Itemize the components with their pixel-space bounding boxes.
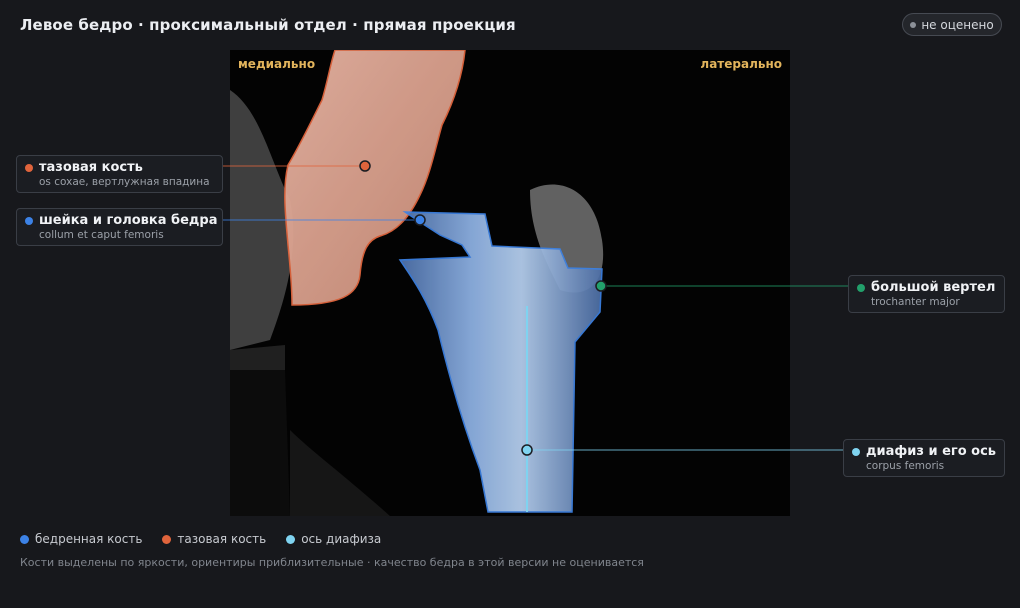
legend-label: бедренная кость bbox=[35, 532, 143, 546]
legend-item-femur: бедренная кость bbox=[20, 532, 142, 546]
femur-dot-icon bbox=[25, 217, 33, 225]
status-dot-icon bbox=[910, 21, 917, 28]
orientation-medial-label: медиально bbox=[238, 57, 316, 71]
landmark-name: тазовая кость bbox=[39, 160, 143, 175]
landmark-label-femoral-neck[interactable]: шейка и головка бедра collum et caput fe… bbox=[16, 208, 223, 246]
pelvis-swatch-icon bbox=[162, 534, 172, 544]
legend: бедренная кость тазовая кость ось диафиз… bbox=[20, 532, 381, 546]
landmark-name: диафиз и его ось bbox=[866, 444, 997, 459]
landmark-label-greater-trochanter[interactable]: большой вертел trochanter major bbox=[848, 275, 1005, 313]
landmark-label-shaft[interactable]: диафиз и его ось corpus femoris bbox=[843, 439, 1005, 477]
landmark-latin: collum et caput femoris bbox=[39, 229, 164, 241]
shaft-dot-icon bbox=[852, 448, 860, 456]
xray-visual bbox=[230, 50, 604, 516]
trochanter-dot-icon bbox=[857, 284, 865, 292]
landmark-name: шейка и головка бедра bbox=[39, 213, 218, 228]
pelvis-dot-icon bbox=[25, 164, 33, 172]
orientation-lateral-label: латерально bbox=[700, 57, 782, 71]
landmark-label-pelvis[interactable]: тазовая кость os coxae, вертлужная впади… bbox=[16, 155, 223, 193]
legend-item-pelvis: тазовая кость bbox=[162, 532, 266, 546]
legend-item-axis: ось диафиза bbox=[286, 532, 381, 546]
landmark-latin: trochanter major bbox=[871, 296, 960, 308]
axis-swatch-icon bbox=[286, 534, 296, 544]
status-badge-label: не оценено bbox=[921, 17, 994, 32]
status-badge: не оценено bbox=[902, 13, 1002, 36]
landmark-name: большой вертел bbox=[871, 280, 996, 295]
legend-label: ось диафиза bbox=[301, 532, 382, 546]
legend-label: тазовая кость bbox=[177, 532, 267, 546]
page-title: Левое бедро · проксимальный отдел · прям… bbox=[20, 16, 516, 34]
xray-image: медиально латерально bbox=[230, 50, 790, 516]
landmark-latin: os coxae, вертлужная впадина bbox=[39, 176, 210, 188]
landmark-latin: corpus femoris bbox=[866, 460, 945, 472]
femur-swatch-icon bbox=[20, 534, 29, 544]
footer-note: Кости выделены по яркости, ориентиры при… bbox=[20, 556, 644, 569]
